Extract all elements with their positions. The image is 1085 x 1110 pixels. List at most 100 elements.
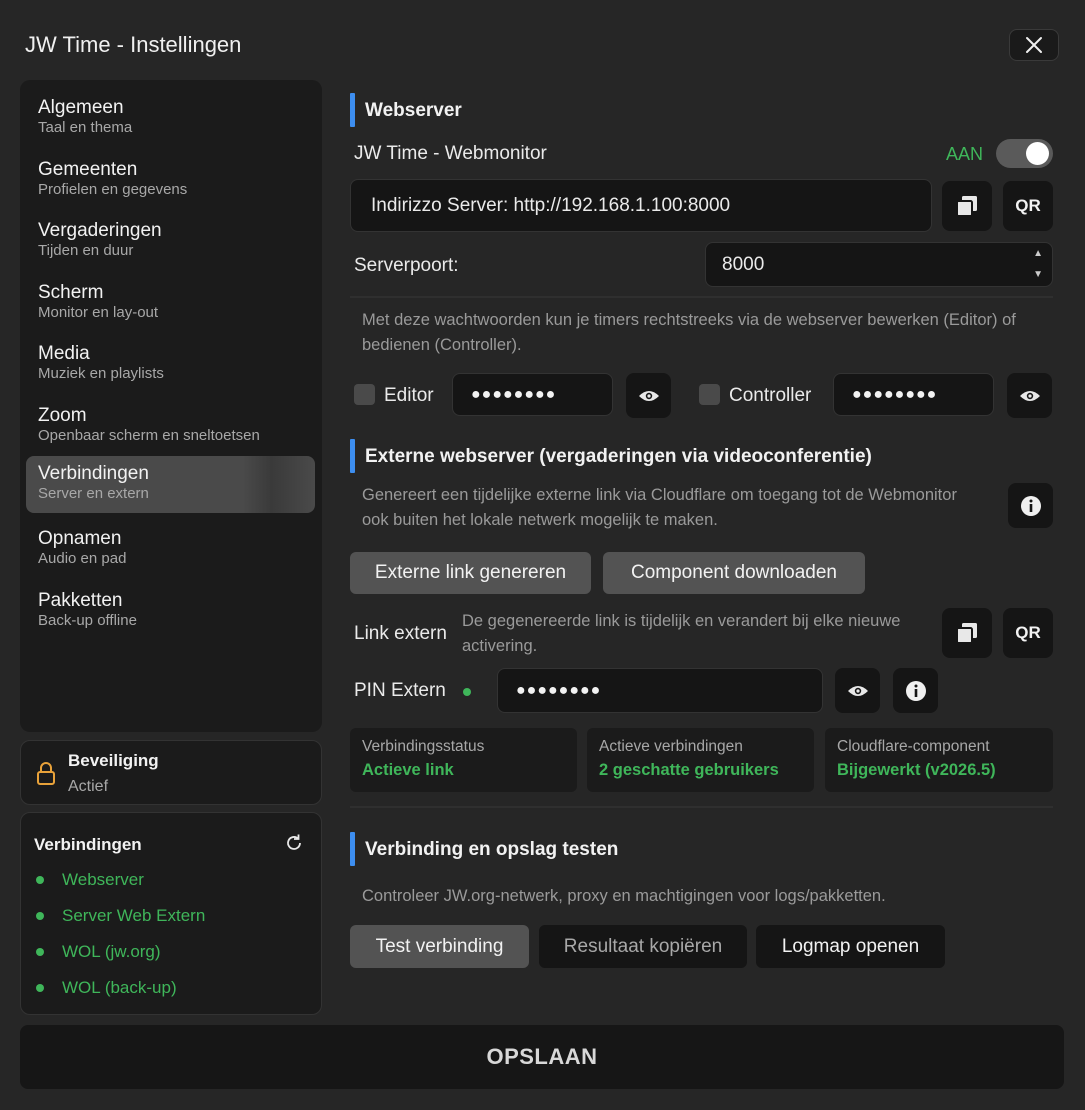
connections-panel: Verbindingen Webserver Server Web Extern… bbox=[20, 812, 322, 1015]
controller-show-password-button[interactable] bbox=[1007, 373, 1052, 418]
port-input[interactable]: 8000 ▲ ▼ bbox=[705, 242, 1053, 287]
sidebar-item-sub: Taal en thema bbox=[38, 119, 133, 136]
copy-result-button[interactable]: Resultaat kopiëren bbox=[539, 925, 747, 968]
sidebar-item-sub: Server en extern bbox=[38, 485, 149, 502]
pin-status-dot bbox=[463, 688, 471, 696]
section-title-webserver: Webserver bbox=[365, 100, 462, 121]
stat-label: Actieve verbindingen bbox=[599, 738, 743, 755]
sidebar-item-opnamen[interactable]: Opnamen Audio en pad bbox=[26, 521, 315, 578]
sidebar-item-sub: Profielen en gegevens bbox=[38, 181, 188, 198]
window-title: JW Time - Instellingen bbox=[25, 32, 242, 57]
sidebar-item-media[interactable]: Media Muziek en playlists bbox=[26, 336, 315, 393]
controller-password-field[interactable]: ●●●●●●●● bbox=[833, 373, 994, 416]
external-description: Genereert een tijdelijke externe link vi… bbox=[362, 486, 957, 529]
connections-title: Verbindingen bbox=[34, 835, 142, 854]
connection-label: WOL (jw.org) bbox=[62, 942, 161, 961]
server-address-text: Indirizzo Server: http://192.168.1.100:8… bbox=[371, 194, 731, 216]
pin-show-button[interactable] bbox=[835, 668, 880, 713]
sidebar-item-zoom[interactable]: Zoom Openbaar scherm en sneltoetsen bbox=[26, 398, 315, 455]
sidebar-item-sub: Audio en pad bbox=[38, 550, 127, 567]
stat-value: 2 geschatte gebruikers bbox=[599, 761, 779, 779]
eye-icon bbox=[638, 390, 659, 401]
pin-field[interactable]: ●●●●●●●● bbox=[497, 668, 823, 713]
qr-button[interactable]: QR bbox=[1003, 181, 1053, 231]
external-link-note: De gegenereerde link is tijdelijk en ver… bbox=[462, 612, 901, 655]
section-accent-bar bbox=[350, 832, 355, 866]
connection-item-external: Server Web Extern bbox=[36, 906, 205, 926]
info-icon bbox=[905, 680, 926, 701]
sidebar-item-gemeenten[interactable]: Gemeenten Profielen en gegevens bbox=[26, 152, 315, 209]
spinner-up-icon[interactable]: ▲ bbox=[1033, 248, 1043, 259]
connection-label: Server Web Extern bbox=[62, 906, 206, 925]
sidebar-item-pakketten[interactable]: Pakketten Back-up offline bbox=[26, 583, 315, 640]
sidebar-item-scherm[interactable]: Scherm Monitor en lay-out bbox=[26, 275, 315, 332]
stat-active-connections: Actieve verbindingen 2 geschatte gebruik… bbox=[587, 728, 814, 792]
connection-item-wol-jw: WOL (jw.org) bbox=[36, 942, 161, 962]
stat-label: Verbindingsstatus bbox=[362, 738, 485, 755]
section-accent-bar bbox=[350, 93, 355, 127]
section-title-test: Verbinding en opslag testen bbox=[365, 839, 619, 860]
refresh-icon[interactable] bbox=[284, 833, 304, 853]
spinner-down-icon[interactable]: ▼ bbox=[1033, 269, 1043, 280]
sidebar-item-label: Verbindingen bbox=[38, 463, 149, 484]
status-dot bbox=[36, 876, 44, 884]
sidebar-item-sub: Tijden en duur bbox=[38, 242, 134, 259]
stat-value: Actieve link bbox=[362, 761, 454, 779]
stat-value: Bijgewerkt (v2026.5) bbox=[837, 761, 996, 779]
status-dot bbox=[36, 984, 44, 992]
download-component-button[interactable]: Component downloaden bbox=[603, 552, 865, 594]
connection-item-webserver: Webserver bbox=[36, 870, 144, 890]
generate-external-link-button[interactable]: Externe link genereren bbox=[350, 552, 591, 594]
security-panel[interactable]: Beveiliging Actief bbox=[20, 740, 322, 805]
security-status: Actief bbox=[68, 778, 109, 795]
eye-icon bbox=[847, 685, 868, 696]
external-info-button[interactable] bbox=[1008, 483, 1053, 528]
port-value: 8000 bbox=[722, 253, 765, 275]
close-button[interactable] bbox=[1009, 29, 1059, 61]
sidebar-item-vergaderingen[interactable]: Vergaderingen Tijden en duur bbox=[26, 213, 315, 270]
open-log-folder-button[interactable]: Logmap openen bbox=[756, 925, 945, 968]
password-help-text: Met deze wachtwoorden kun je timers rech… bbox=[362, 311, 1016, 354]
copy-icon bbox=[956, 196, 977, 217]
stat-connection-status: Verbindingsstatus Actieve link bbox=[350, 728, 577, 792]
sidebar-item-sub: Openbaar scherm en sneltoetsen bbox=[38, 427, 260, 444]
copy-icon bbox=[956, 623, 977, 644]
test-connection-button[interactable]: Test verbinding bbox=[350, 925, 529, 968]
controller-checkbox[interactable] bbox=[699, 384, 720, 405]
sidebar-item-label: Algemeen bbox=[38, 97, 124, 118]
sidebar-item-label: Pakketten bbox=[38, 590, 123, 611]
sidebar-nav: Algemeen Taal en thema Gemeenten Profiel… bbox=[20, 80, 322, 732]
sidebar-item-verbindingen[interactable]: Verbindingen Server en extern bbox=[26, 456, 315, 513]
lock-icon bbox=[37, 762, 55, 785]
external-qr-button[interactable]: QR bbox=[1003, 608, 1053, 658]
pin-label: PIN Extern bbox=[354, 680, 446, 701]
copy-address-button[interactable] bbox=[942, 181, 992, 231]
sidebar-item-label: Opnamen bbox=[38, 528, 122, 549]
sidebar-item-algemeen[interactable]: Algemeen Taal en thema bbox=[26, 90, 315, 147]
webmonitor-toggle[interactable] bbox=[996, 139, 1053, 168]
sidebar-item-label: Scherm bbox=[38, 282, 104, 303]
divider bbox=[350, 296, 1053, 298]
sidebar-item-label: Media bbox=[38, 343, 90, 364]
sidebar-item-sub: Back-up offline bbox=[38, 612, 137, 629]
editor-label: Editor bbox=[384, 385, 434, 406]
pin-info-button[interactable] bbox=[893, 668, 938, 713]
webmonitor-label: JW Time - Webmonitor bbox=[354, 143, 547, 164]
stat-cloudflare-component: Cloudflare-component Bijgewerkt (v2026.5… bbox=[825, 728, 1053, 792]
server-address-field[interactable]: Indirizzo Server: http://192.168.1.100:8… bbox=[350, 179, 932, 232]
close-icon bbox=[1026, 37, 1042, 53]
toggle-knob bbox=[1026, 142, 1049, 165]
editor-password-field[interactable]: ●●●●●●●● bbox=[452, 373, 613, 416]
section-title-external: Externe webserver (vergaderingen via vid… bbox=[365, 446, 872, 467]
divider bbox=[350, 806, 1053, 808]
section-accent-bar bbox=[350, 439, 355, 473]
port-label: Serverpoort: bbox=[354, 255, 459, 276]
sidebar-item-label: Zoom bbox=[38, 405, 87, 426]
test-description: Controleer JW.org-netwerk, proxy en mach… bbox=[362, 887, 886, 905]
save-button[interactable]: OPSLAAN bbox=[20, 1025, 1064, 1089]
editor-show-password-button[interactable] bbox=[626, 373, 671, 418]
connection-item-wol-backup: WOL (back-up) bbox=[36, 978, 177, 998]
editor-checkbox[interactable] bbox=[354, 384, 375, 405]
copy-external-link-button[interactable] bbox=[942, 608, 992, 658]
status-dot bbox=[36, 912, 44, 920]
